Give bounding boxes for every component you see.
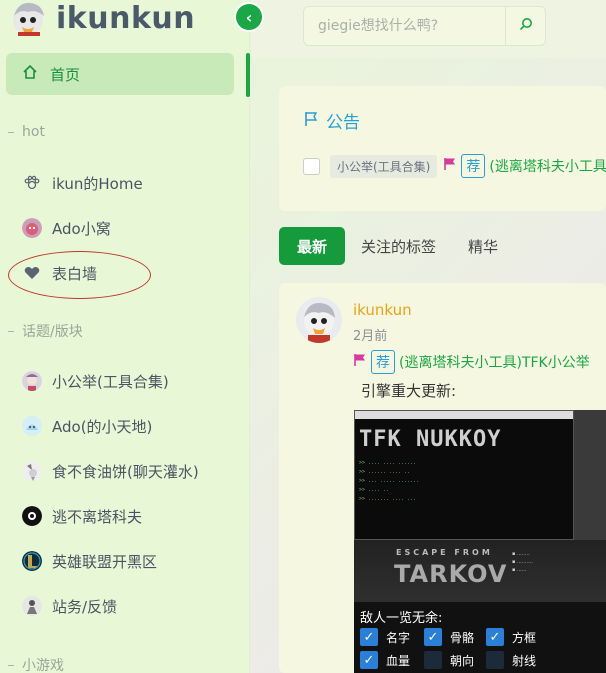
post-author[interactable]: ikunkun <box>353 301 412 319</box>
section-title-games: 小游戏 <box>8 655 64 673</box>
sidebar-item-feedback[interactable]: 站务/反馈 <box>22 591 117 621</box>
post-time: 2月前 <box>353 329 388 344</box>
sidebar-item-tarkov[interactable]: 逃不离塔科夫 <box>22 501 142 531</box>
console-window: TFK NUKKOY >> .... .... ...... >> ...... … <box>354 410 574 540</box>
search-button[interactable] <box>505 7 545 45</box>
checkbox-unchecked-icon <box>486 651 504 669</box>
brand[interactable]: ikunkun <box>8 0 195 36</box>
home-icon <box>22 64 38 84</box>
post-card: ikunkun 2月前 荐 (逃离塔科夫小工具)TFK小公举 引擎重大更新: T… <box>279 283 606 673</box>
option-box: ✓ 方框 <box>486 628 548 646</box>
lol-icon <box>22 551 42 571</box>
checkbox-unchecked-icon <box>424 651 442 669</box>
announcement-link[interactable]: (逃离塔科夫小工具 <box>489 156 606 176</box>
announcement-header: 公告 <box>304 108 360 133</box>
flag-icon <box>304 111 318 131</box>
sidebar-item-label: 逃不离塔科夫 <box>52 507 143 526</box>
game-logo: TARKOV <box>394 560 508 588</box>
active-indicator <box>246 53 250 97</box>
feed-tabs: 最新 关注的标签 精华 <box>279 227 514 265</box>
sidebar-item-label: Ado(的小天地) <box>52 417 153 436</box>
game-banner: ESCAPE FROM TARKOV ▪ ........ ▪ .........… <box>354 540 606 602</box>
sidebar-item-tools[interactable]: 小公举(工具合集) <box>22 366 169 396</box>
sidebar-item-label: 英雄联盟开黑区 <box>52 552 158 571</box>
announcement-card: 公告 小公举(工具合集) 荐 (逃离塔科夫小工具 <box>279 86 606 211</box>
sidebar-item-label: 食不食油饼(聊天灌水) <box>52 462 199 481</box>
tab-latest[interactable]: 最新 <box>279 227 346 265</box>
game-logo-top: ESCAPE FROM <box>396 548 493 557</box>
sidebar-item-ikun-home[interactable]: ikun的Home <box>22 168 143 198</box>
game-info: ▪ ........ ▪ .......... ▪ ...... <box>512 551 533 573</box>
search-input[interactable] <box>304 7 505 45</box>
post-image[interactable]: TFK NUKKOY >> .... .... ...... >> ...... … <box>354 410 606 673</box>
checkbox-checked-icon: ✓ <box>360 628 378 646</box>
announcement-item: 小公举(工具合集) 荐 (逃离塔科夫小工具 <box>303 154 606 178</box>
collapse-sidebar-button[interactable]: ‹ <box>236 4 262 30</box>
logo-avatar-icon <box>8 0 50 36</box>
paw-icon <box>22 173 42 193</box>
post-title-line: 荐 (逃离塔科夫小工具)TFK小公举 <box>353 350 590 374</box>
sidebar-item-label: ikun的Home <box>52 174 143 193</box>
recommend-badge: 荐 <box>371 350 395 374</box>
annotation-circle <box>8 251 151 299</box>
sidebar-item-label: 小公举(工具合集) <box>52 372 169 391</box>
console-log: >> .... .... ...... >> ...... .... .. >> .… <box>359 460 420 502</box>
tarkov-icon <box>22 506 42 526</box>
topic-avatar-icon <box>22 371 42 391</box>
feedback-icon <box>22 596 42 616</box>
game-portrait <box>574 410 606 540</box>
chat-avatar-icon <box>22 461 42 481</box>
sidebar-item-ado[interactable]: Ado小窝 <box>22 213 111 243</box>
section-title-hot: hot <box>8 124 45 140</box>
section-title-topics: 话题/版块 <box>8 321 83 341</box>
brand-title: ikunkun <box>56 0 196 36</box>
category-tag[interactable]: 小公举(工具合集) <box>330 154 438 178</box>
checkbox-checked-icon: ✓ <box>486 628 504 646</box>
post-title-link[interactable]: (逃离塔科夫小工具)TFK小公举 <box>399 352 590 372</box>
sidebar-item-home[interactable]: 首页 <box>6 53 234 95</box>
chevron-left-icon: ‹ <box>245 7 253 27</box>
sidebar-item-home-label: 首页 <box>50 65 81 84</box>
search-icon <box>519 17 533 35</box>
pin-flag-icon <box>443 157 457 175</box>
ado-topic-icon <box>22 416 42 436</box>
option-direction: 朝向 <box>424 651 486 669</box>
sidebar-item-label: Ado小窝 <box>52 219 111 238</box>
option-name: ✓ 名字 <box>360 628 424 646</box>
tab-followed-tags[interactable]: 关注的标签 <box>345 227 452 265</box>
sidebar-item-lol[interactable]: 英雄联盟开黑区 <box>22 546 157 576</box>
announcement-checkbox[interactable] <box>303 157 320 175</box>
post-body-text: 引擎重大更新: <box>361 382 457 400</box>
checkbox-checked-icon: ✓ <box>360 651 378 669</box>
sidebar-item-chat[interactable]: 食不食油饼(聊天灌水) <box>22 456 199 486</box>
sidebar-item-label: 站务/反馈 <box>52 597 118 616</box>
avatar[interactable] <box>296 297 342 343</box>
options-title: 敌人一览无余: <box>360 611 443 626</box>
pin-flag-icon <box>353 353 367 371</box>
recommend-badge: 荐 <box>461 154 486 178</box>
sidebar-item-ado-world[interactable]: Ado(的小天地) <box>22 411 152 441</box>
tab-featured[interactable]: 精华 <box>452 227 514 265</box>
checkbox-checked-icon: ✓ <box>424 628 442 646</box>
console-banner: TFK NUKKOY <box>359 427 502 452</box>
options-panel: 敌人一览无余: ✓ 名字 ✓ 骨骼 ✓ 方框 ✓ 血量 朝向 射线 <box>354 602 606 673</box>
option-skeleton: ✓ 骨骼 <box>424 628 486 646</box>
ado-avatar-icon <box>22 218 42 238</box>
option-health: ✓ 血量 <box>360 651 424 669</box>
sidebar: ikunkun 首页 hot ikun的Home Ado小窝 表白墙 话题/版块 <box>0 0 250 673</box>
option-ray: 射线 <box>486 651 548 669</box>
search-box <box>303 6 546 46</box>
announcement-title: 公告 <box>326 113 360 133</box>
